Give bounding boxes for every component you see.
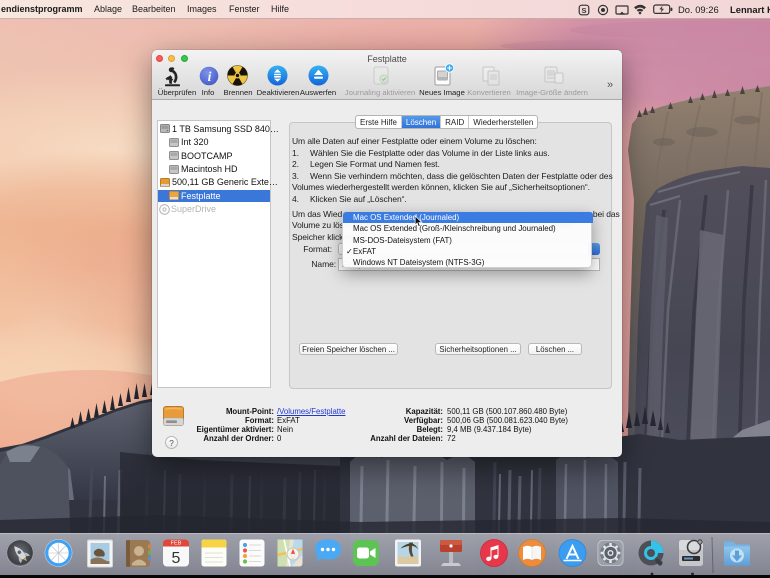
svg-text:i: i: [208, 69, 212, 84]
svg-text:FEB: FEB: [171, 541, 182, 547]
svg-text:S: S: [581, 6, 586, 15]
svg-text:5: 5: [172, 550, 181, 567]
